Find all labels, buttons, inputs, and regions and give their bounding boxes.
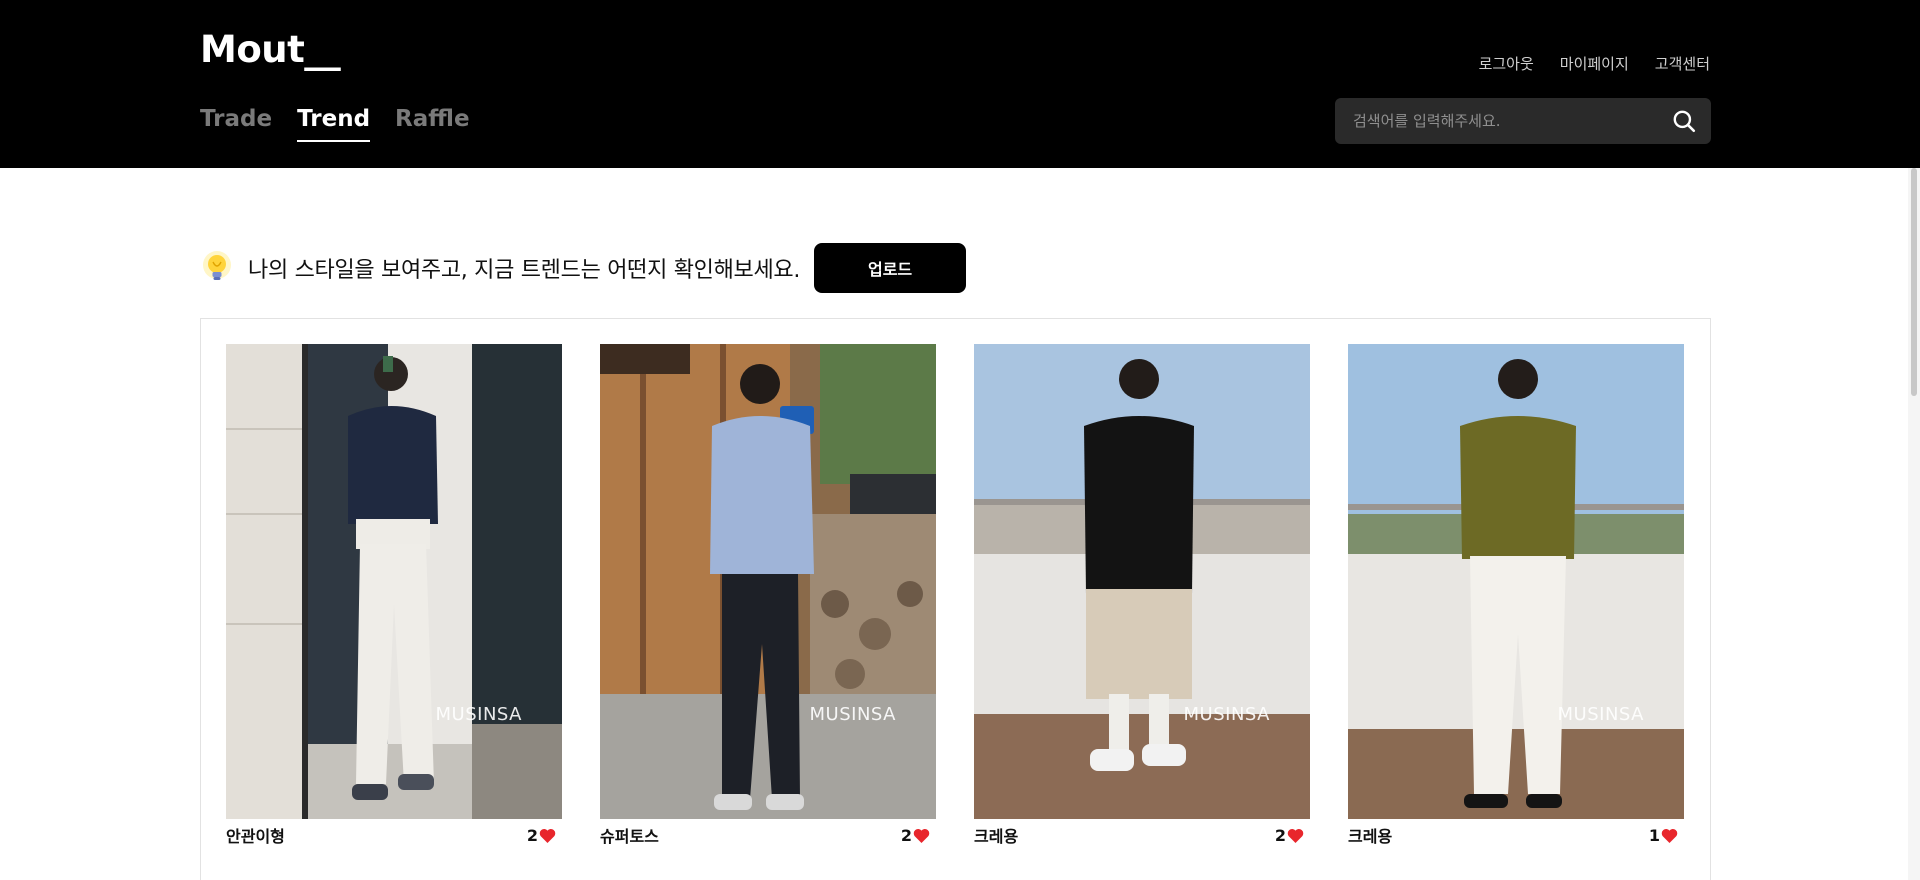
like-count-value: 2 bbox=[900, 825, 912, 845]
post-card[interactable]: MUSINSA 크레용 1 bbox=[1348, 344, 1684, 851]
post-photo[interactable]: MUSINSA bbox=[226, 344, 562, 819]
like-count-value: 1 bbox=[1648, 825, 1660, 845]
like-count-value: 2 bbox=[526, 825, 538, 845]
customer-center-link[interactable]: 고객센터 bbox=[1655, 53, 1710, 74]
search-bar bbox=[1335, 98, 1711, 144]
trend-grid: MUSINSA 안관이형 2 MUSINSA 슈퍼토스 2 MUSINSA 크레… bbox=[200, 318, 1711, 880]
watermark: MUSINSA bbox=[1557, 704, 1644, 725]
scrollbar-thumb[interactable] bbox=[1911, 168, 1917, 396]
upload-button[interactable]: 업로드 bbox=[814, 243, 967, 293]
search-icon[interactable] bbox=[1671, 108, 1697, 134]
like-count[interactable]: 2 bbox=[527, 826, 556, 845]
intro-text: 나의 스타일을 보여주고, 지금 트렌드는 어떤지 확인해보세요. bbox=[248, 258, 801, 283]
watermark: MUSINSA bbox=[809, 704, 896, 725]
site-logo[interactable]: Mout__ bbox=[200, 28, 341, 71]
watermark: MUSINSA bbox=[1183, 704, 1270, 725]
util-links: 로그아웃 마이페이지 고객센터 bbox=[1479, 53, 1710, 74]
post-image bbox=[974, 344, 1310, 819]
heart-icon[interactable] bbox=[1661, 828, 1678, 843]
heart-icon[interactable] bbox=[539, 828, 556, 843]
tab-trend[interactable]: Trend bbox=[297, 106, 371, 142]
mypage-link[interactable]: 마이페이지 bbox=[1560, 53, 1629, 74]
post-image bbox=[1348, 344, 1684, 819]
site-header: Mout__ 로그아웃 마이페이지 고객센터 Trade Trend Raffl… bbox=[0, 0, 1920, 168]
post-meta: 크레용 2 bbox=[974, 819, 1310, 851]
heart-icon[interactable] bbox=[913, 828, 930, 843]
post-meta: 안관이형 2 bbox=[226, 819, 562, 851]
logout-link[interactable]: 로그아웃 bbox=[1479, 53, 1534, 74]
main-nav: Trade Trend Raffle bbox=[200, 106, 470, 142]
intro-banner: 나의 스타일을 보여주고, 지금 트렌드는 어떤지 확인해보세요. 업로드 bbox=[200, 242, 967, 294]
page-scrollbar[interactable] bbox=[1908, 168, 1920, 880]
post-card[interactable]: MUSINSA 슈퍼토스 2 bbox=[600, 344, 936, 851]
post-photo[interactable]: MUSINSA bbox=[1348, 344, 1684, 819]
post-meta: 크레용 1 bbox=[1348, 819, 1684, 851]
post-photo[interactable]: MUSINSA bbox=[974, 344, 1310, 819]
post-image bbox=[226, 344, 562, 819]
post-author[interactable]: 크레용 bbox=[1348, 823, 1392, 847]
post-author[interactable]: 슈퍼토스 bbox=[600, 823, 659, 847]
heart-icon[interactable] bbox=[1287, 828, 1304, 843]
tab-raffle[interactable]: Raffle bbox=[395, 106, 470, 142]
lightbulb-icon bbox=[203, 251, 231, 280]
post-meta: 슈퍼토스 2 bbox=[600, 819, 936, 851]
post-photo[interactable]: MUSINSA bbox=[600, 344, 936, 819]
post-author[interactable]: 크레용 bbox=[974, 823, 1018, 847]
tab-trade[interactable]: Trade bbox=[200, 106, 272, 142]
post-card[interactable]: MUSINSA 크레용 2 bbox=[974, 344, 1310, 851]
search-input[interactable] bbox=[1353, 98, 1653, 144]
like-count[interactable]: 1 bbox=[1649, 826, 1678, 845]
like-count[interactable]: 2 bbox=[1275, 826, 1304, 845]
watermark: MUSINSA bbox=[435, 704, 522, 725]
post-card[interactable]: MUSINSA 안관이형 2 bbox=[226, 344, 562, 851]
page: Mout__ 로그아웃 마이페이지 고객센터 Trade Trend Raffl… bbox=[0, 0, 1920, 880]
post-image bbox=[600, 344, 936, 819]
like-count[interactable]: 2 bbox=[901, 826, 930, 845]
like-count-value: 2 bbox=[1274, 825, 1286, 845]
post-author[interactable]: 안관이형 bbox=[226, 823, 285, 847]
